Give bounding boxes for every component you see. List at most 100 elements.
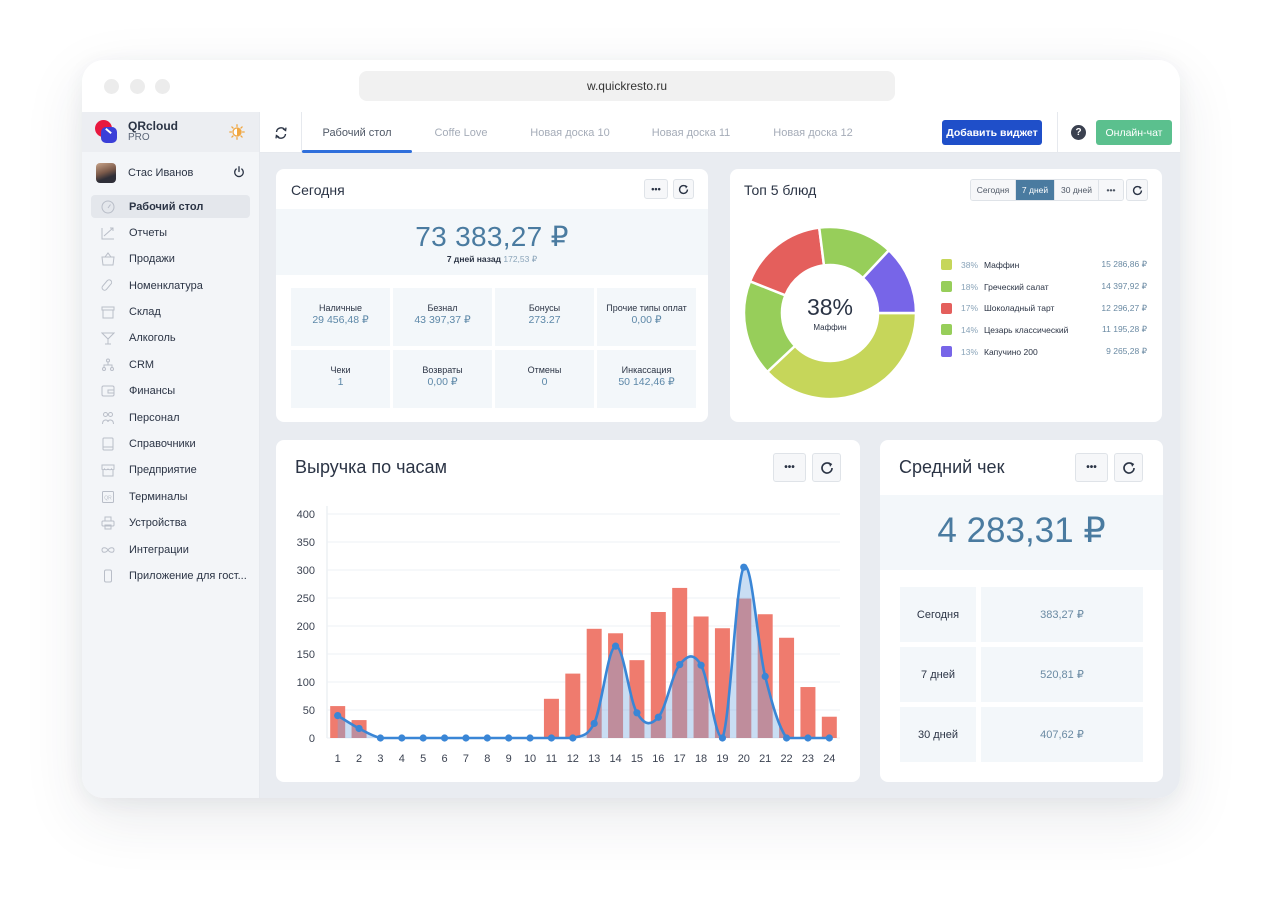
- tab-board-12[interactable]: Новая доска 12: [752, 112, 874, 153]
- qrcloud-logo-icon: [95, 120, 119, 144]
- theme-toggle-sun-icon[interactable]: [229, 124, 245, 140]
- sidebar-item-staff[interactable]: Персонал: [91, 406, 250, 429]
- metric-label: Безнал: [427, 303, 458, 313]
- sidebar-item-label: Алкоголь: [129, 332, 176, 345]
- line-point-hour-19[interactable]: [718, 734, 727, 742]
- sidebar-item-directories[interactable]: Справочники: [91, 433, 250, 456]
- line-point-hour-9[interactable]: [505, 734, 513, 742]
- line-point-hour-1[interactable]: [334, 712, 342, 720]
- period-today[interactable]: Сегодня: [971, 180, 1016, 200]
- legend-item[interactable]: 13% Капучино 200 9 265,28 ₽: [941, 341, 1151, 363]
- line-point-hour-23[interactable]: [804, 734, 812, 742]
- sidebar-item-enterprise[interactable]: Предприятие: [91, 459, 250, 482]
- line-point-hour-16[interactable]: [654, 713, 662, 721]
- sidebar-item-devices[interactable]: Устройства: [91, 512, 250, 535]
- hourly-revenue-widget: Выручка по часам ••• 1 2 3 4 5 6 7 8 9 10 11 12 13 14…: [276, 440, 860, 782]
- window-maximize-button[interactable]: [155, 79, 170, 94]
- legend-item[interactable]: 14% Цезарь классический 11 195,28 ₽: [941, 319, 1151, 341]
- x-tick-label: 5: [420, 753, 426, 765]
- refresh-button[interactable]: [1114, 453, 1143, 482]
- user-profile[interactable]: Стас Иванов: [82, 153, 259, 193]
- sidebar-item-warehouse[interactable]: Склад: [91, 301, 250, 324]
- tag-icon: [101, 279, 115, 293]
- line-point-hour-15[interactable]: [633, 709, 641, 717]
- refresh-button[interactable]: [1126, 179, 1148, 201]
- hierarchy-icon: [101, 358, 115, 372]
- line-point-hour-14[interactable]: [611, 642, 620, 650]
- sync-button[interactable]: [260, 112, 302, 153]
- line-point-hour-5[interactable]: [419, 734, 427, 742]
- address-bar[interactable]: w.quickresto.ru: [359, 71, 895, 101]
- more-button[interactable]: •••: [644, 179, 668, 199]
- power-logout-icon[interactable]: [233, 166, 245, 178]
- legend-item[interactable]: 18% Греческий салат 14 397,92 ₽: [941, 276, 1151, 298]
- more-button[interactable]: •••: [773, 453, 806, 482]
- metric-value: 0: [541, 376, 548, 388]
- sidebar-item-integrations[interactable]: Интеграции: [91, 538, 250, 561]
- donut-slice-3[interactable]: [748, 226, 826, 297]
- x-tick-label: 20: [738, 753, 750, 765]
- line-point-hour-13[interactable]: [590, 719, 598, 728]
- user-name: Стас Иванов: [128, 167, 194, 179]
- line-point-hour-22[interactable]: [782, 734, 791, 742]
- line-point-hour-7[interactable]: [462, 734, 470, 742]
- refresh-button[interactable]: [812, 453, 841, 482]
- tab-coffe-love[interactable]: Coffe Love: [412, 112, 510, 153]
- bar-hour-22[interactable]: [779, 637, 795, 738]
- sidebar-item-dashboard[interactable]: Рабочий стол: [91, 195, 250, 218]
- period-30-days[interactable]: 30 дней: [1055, 180, 1099, 200]
- y-tick-label: 150: [297, 649, 315, 661]
- x-tick-label: 8: [484, 753, 490, 765]
- line-point-hour-4[interactable]: [398, 734, 406, 742]
- compare-label: 7 дней назад: [446, 254, 501, 264]
- window-close-button[interactable]: [104, 79, 119, 94]
- tab-board-10[interactable]: Новая доска 10: [510, 112, 630, 153]
- sidebar-item-crm[interactable]: CRM: [91, 353, 250, 376]
- line-point-hour-12[interactable]: [569, 734, 577, 742]
- line-point-hour-18[interactable]: [697, 661, 705, 669]
- line-point-hour-24[interactable]: [825, 734, 833, 742]
- sidebar-item-guest-app[interactable]: Приложение для гост...: [91, 564, 250, 587]
- sidebar-item-reports[interactable]: Отчеты: [91, 221, 250, 244]
- legend-name: Капучино 200: [984, 346, 1038, 357]
- legend-pct: 18%: [961, 281, 979, 292]
- metric-collection: Инкассация 50 142,46 ₽: [597, 350, 696, 408]
- refresh-icon: [678, 184, 689, 194]
- help-icon[interactable]: ?: [1071, 125, 1086, 140]
- tab-board-11[interactable]: Новая доска 11: [630, 112, 752, 153]
- sidebar-item-terminals[interactable]: QR Терминалы: [91, 485, 250, 508]
- y-tick-label: 400: [297, 509, 315, 521]
- online-chat-button[interactable]: Онлайн-чат: [1096, 120, 1172, 145]
- legend-amount: 15 286,86 ₽: [1101, 259, 1147, 270]
- more-button[interactable]: •••: [1075, 453, 1108, 482]
- sidebar-item-alcohol[interactable]: Алкоголь: [91, 327, 250, 350]
- legend-item[interactable]: 38% Маффин 15 286,86 ₽: [941, 254, 1151, 276]
- window-minimize-button[interactable]: [130, 79, 145, 94]
- metric-value: 1: [337, 376, 344, 388]
- bar-hour-23[interactable]: [800, 687, 816, 738]
- line-point-hour-2[interactable]: [355, 724, 363, 733]
- line-point-hour-3[interactable]: [376, 734, 385, 742]
- refresh-button[interactable]: [673, 179, 694, 199]
- line-point-hour-8[interactable]: [483, 734, 491, 742]
- today-total-value: 73 383,27 ₽: [415, 221, 569, 252]
- line-point-hour-6[interactable]: [440, 734, 449, 742]
- tab-desktop[interactable]: Рабочий стол: [302, 112, 412, 153]
- add-widget-button[interactable]: Добавить виджет: [942, 120, 1042, 145]
- sidebar-item-sales[interactable]: Продажи: [91, 248, 250, 271]
- bar-hour-12[interactable]: [565, 673, 581, 738]
- line-point-hour-20[interactable]: [740, 563, 748, 571]
- line-point-hour-21[interactable]: [761, 672, 769, 680]
- more-button[interactable]: •••: [1099, 180, 1123, 200]
- bar-hour-11[interactable]: [543, 698, 559, 738]
- line-point-hour-10[interactable]: [526, 734, 534, 742]
- line-point-hour-11[interactable]: [547, 734, 556, 742]
- legend-item[interactable]: 17% Шоколадный тарт 12 296,27 ₽: [941, 297, 1151, 319]
- x-tick-label: 18: [695, 753, 707, 765]
- sidebar-item-nomenclature[interactable]: Номенклатура: [91, 274, 250, 297]
- period-7-days[interactable]: 7 дней: [1016, 180, 1055, 200]
- people-icon: [101, 411, 115, 425]
- widget-title: Сегодня: [291, 182, 345, 198]
- line-point-hour-17[interactable]: [676, 661, 684, 669]
- sidebar-item-finance[interactable]: Финансы: [91, 380, 250, 403]
